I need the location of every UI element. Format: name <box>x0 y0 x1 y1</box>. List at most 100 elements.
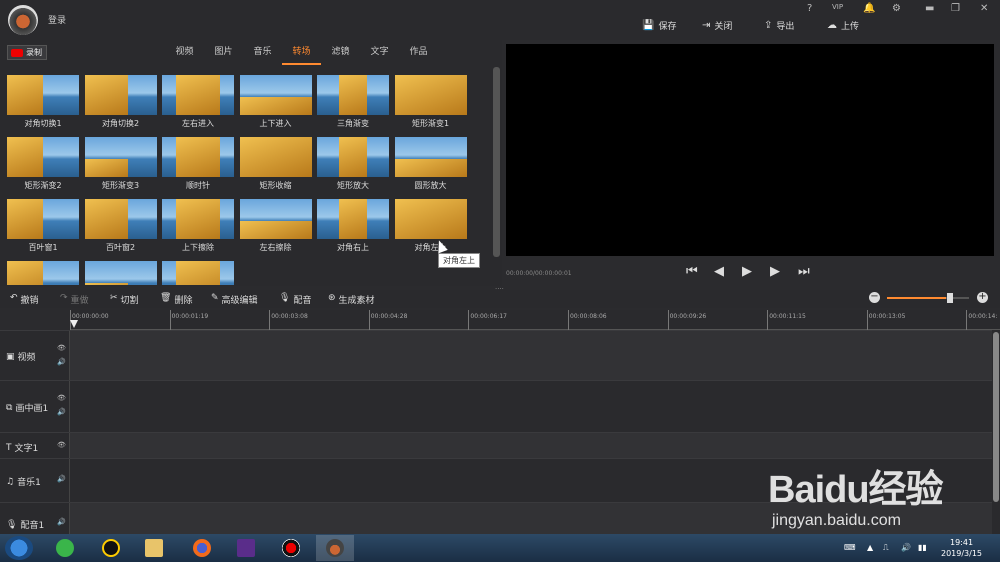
timeline-ruler[interactable]: 00:00:00:00 00:00:01:19 00:00:03:08 00:00:0… <box>70 310 1000 330</box>
transition-item[interactable]: 矩形渐变3 <box>84 137 157 190</box>
tray-expand-icon[interactable]: ▲ <box>867 543 873 552</box>
taskbar-app-360[interactable] <box>46 535 84 561</box>
wheat-field-graphic <box>338 75 368 115</box>
export-button[interactable]: ⇪ 导出 <box>764 19 794 32</box>
transition-grid: 对角切换1 对角切换2 左右进入 上下进入 三角渐变 矩形渐变1 矩形渐变2 矩形渐变3 顺时针… <box>7 75 469 285</box>
wheat-field-graphic <box>176 75 220 115</box>
transition-item[interactable]: 矩形收缩 <box>239 137 312 190</box>
skip-end-icon[interactable]: ⏭ <box>798 264 810 279</box>
transition-item[interactable]: 对角切换1 <box>7 75 79 128</box>
transition-item[interactable]: 矩形渐变1 <box>394 75 467 128</box>
system-clock[interactable]: 19:41 2019/3/15 <box>941 537 982 559</box>
transition-item[interactable]: 顺时针 <box>162 137 234 190</box>
login-link[interactable]: 登录 <box>48 13 66 26</box>
delete-button[interactable]: 🗑 删除 <box>160 293 192 306</box>
wheat-field-graphic <box>176 261 220 285</box>
wheat-field-graphic <box>84 159 128 177</box>
taskbar-app-explorer[interactable] <box>135 535 173 561</box>
track-pip[interactable]: ⧉ 画中画1 👁 🔊 <box>0 380 992 432</box>
transition-thumbnail <box>394 199 467 239</box>
dub-button[interactable]: 🎙 配音 <box>279 293 311 306</box>
volume-icon[interactable]: 🔊 <box>57 518 66 526</box>
transition-item[interactable] <box>162 261 234 285</box>
transition-item[interactable]: 左右进入 <box>162 75 234 128</box>
transition-item[interactable]: 上下擦除 <box>162 199 234 252</box>
edit-toolbar: ↶ 撤销 ↷ 重做 ✂ 切割 🗑 删除 ✎ 高级编辑 🎙 配音 ⊛ 生成素材 <box>0 290 1000 308</box>
transition-item[interactable]: 百叶窗2 <box>84 199 157 252</box>
transition-label: 矩形收缩 <box>259 181 292 190</box>
volume-icon[interactable]: 🔊 <box>57 358 66 366</box>
bell-icon[interactable]: 🔔 <box>863 3 875 14</box>
upload-button[interactable]: ☁ 上传 <box>827 19 859 32</box>
panel-scrollbar[interactable] <box>493 67 500 257</box>
tab-text[interactable]: 文字 <box>360 45 399 65</box>
tab-video[interactable]: 视频 <box>165 45 204 65</box>
app-logo[interactable] <box>8 5 38 35</box>
taskbar-app-qq[interactable] <box>92 535 130 561</box>
step-forward-icon[interactable]: ▶ <box>770 264 780 279</box>
tab-transition[interactable]: 转场 <box>282 45 321 65</box>
eye-icon[interactable]: 👁 <box>57 394 66 402</box>
start-button-icon[interactable] <box>5 536 33 560</box>
track-video[interactable]: ▣ 视频 👁 🔊 <box>0 330 992 380</box>
transition-item[interactable]: 百叶窗1 <box>7 199 79 252</box>
cut-button[interactable]: ✂ 切割 <box>110 293 139 306</box>
track-text[interactable]: T 文字1 👁 <box>0 432 992 458</box>
vip-icon[interactable]: VIP <box>832 3 843 11</box>
transition-item[interactable]: 矩形渐变2 <box>7 137 79 190</box>
transition-item[interactable]: 上下进入 <box>239 75 312 128</box>
redo-button[interactable]: ↷ 重做 <box>60 293 89 306</box>
close-project-button[interactable]: ⇥ 关闭 <box>702 19 732 32</box>
transition-thumbnail <box>84 199 157 239</box>
generate-button[interactable]: ⊛ 生成素材 <box>328 293 375 306</box>
skip-start-icon[interactable]: ⏮ <box>686 264 698 279</box>
advanced-edit-button[interactable]: ✎ 高级编辑 <box>211 293 258 306</box>
playhead[interactable] <box>70 320 78 328</box>
help-icon[interactable]: ? <box>807 3 812 14</box>
save-button[interactable]: 💾 保存 <box>642 19 676 32</box>
transition-item[interactable] <box>84 261 157 285</box>
transition-item[interactable] <box>7 261 79 285</box>
zoom-in-icon[interactable]: + <box>977 292 988 303</box>
keyboard-icon[interactable]: ⌨ <box>844 543 856 552</box>
transition-item[interactable]: 圆形放大 <box>394 137 467 190</box>
undo-icon: ↶ <box>10 293 18 303</box>
eye-icon[interactable]: 👁 <box>57 441 66 449</box>
eye-icon[interactable]: 👁 <box>57 344 66 352</box>
record-button[interactable]: 录制 <box>7 45 47 60</box>
speaker-tray-icon[interactable]: 🔊 <box>901 543 911 552</box>
transition-item[interactable]: 矩形放大 <box>317 137 389 190</box>
ruler-label: 00:00:09:26 <box>669 313 707 320</box>
close-window-icon[interactable]: ✕ <box>980 3 988 14</box>
volume-icon[interactable]: 🔊 <box>57 408 66 416</box>
scrollbar-thumb[interactable] <box>993 332 999 502</box>
taskbar-app-editor[interactable] <box>316 535 354 561</box>
taskbar-app-firefox[interactable] <box>183 535 221 561</box>
signal-icon[interactable]: ▮▮ <box>918 543 927 552</box>
timeline-scrollbar[interactable] <box>992 330 1000 534</box>
network-tray-icon[interactable]: ⎍ <box>883 543 889 553</box>
transition-label: 矩形渐变3 <box>101 181 140 190</box>
minimize-icon[interactable]: ▬ <box>925 3 934 14</box>
transition-item[interactable]: 对角右上 <box>317 199 389 252</box>
tab-image[interactable]: 图片 <box>204 45 243 65</box>
gear-icon[interactable]: ⚙ <box>892 3 901 14</box>
tab-works[interactable]: 作品 <box>399 45 438 65</box>
volume-icon[interactable]: 🔊 <box>57 475 66 483</box>
taskbar-app-player[interactable] <box>227 535 265 561</box>
tab-filter[interactable]: 滤镜 <box>321 45 360 65</box>
undo-button[interactable]: ↶ 撤销 <box>10 293 39 306</box>
transition-item[interactable]: 对角左上 <box>394 199 467 252</box>
transition-item[interactable]: 左右擦除 <box>239 199 312 252</box>
tab-music[interactable]: 音乐 <box>243 45 282 65</box>
transition-item[interactable]: 对角切换2 <box>84 75 157 128</box>
taskbar-app-recorder[interactable] <box>272 535 310 561</box>
ruler-tick <box>169 310 171 330</box>
restore-icon[interactable]: ❐ <box>951 3 960 14</box>
wheat-field-graphic <box>176 137 220 177</box>
transition-item[interactable]: 三角渐变 <box>317 75 389 128</box>
zoom-out-icon[interactable]: − <box>869 292 880 303</box>
zoom-slider-handle[interactable] <box>947 293 953 303</box>
step-back-icon[interactable]: ◀ <box>714 264 724 279</box>
play-icon[interactable]: ▶ <box>742 264 752 279</box>
